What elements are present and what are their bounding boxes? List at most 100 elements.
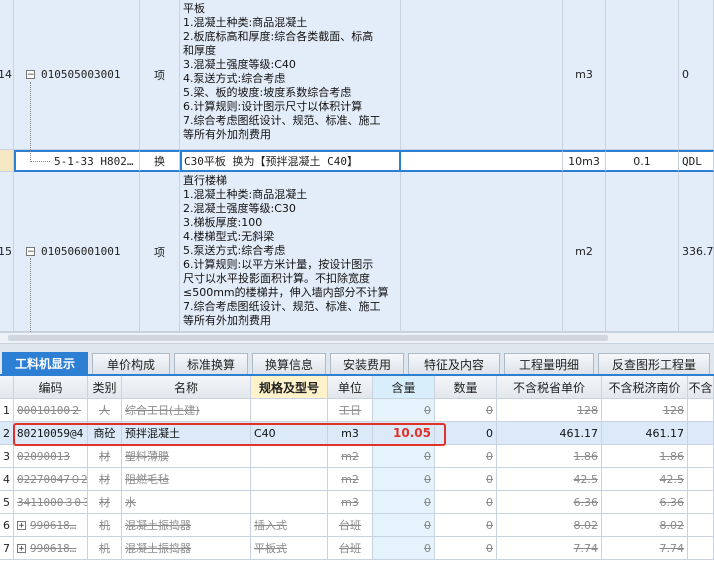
- header-unit[interactable]: 单位: [328, 376, 373, 399]
- material-row[interactable]: 7 +990618… 机 混凝土振捣器 平板式 台班 0 0 7.74 7.74: [0, 537, 714, 560]
- cell-p2[interactable]: 461.17: [602, 422, 688, 445]
- cell-name[interactable]: 水: [122, 491, 251, 514]
- cell-name[interactable]: 综合工日(土建): [122, 399, 251, 422]
- cell-qty[interactable]: 0: [435, 491, 497, 514]
- cell-cat[interactable]: 商砼: [88, 422, 122, 445]
- header-category[interactable]: 类别: [88, 376, 122, 399]
- cell-spec[interactable]: 插入式: [251, 514, 328, 537]
- cell-cat[interactable]: 人: [88, 399, 122, 422]
- tab-unit-price[interactable]: 单价构成: [92, 353, 170, 374]
- material-row[interactable]: 2 80210059@4 商砼 预拌混凝土 C40 m3 10.05 0 461.17 461.1…: [0, 422, 714, 445]
- material-row[interactable]: 5 3411000３0３ 材 水 m3 0 0 6.36 6.36: [0, 491, 714, 514]
- material-row[interactable]: 6 +990618… 机 混凝土振捣器 插入式 台班 0 0 8.02 8.02: [0, 514, 714, 537]
- cell-p2[interactable]: 128: [602, 399, 688, 422]
- cell-qty[interactable]: 0: [435, 445, 497, 468]
- tab-install-fee[interactable]: 安装费用: [330, 353, 404, 374]
- header-spec[interactable]: 规格及型号: [251, 376, 328, 399]
- collapse-icon[interactable]: −: [26, 247, 35, 257]
- cell-spec[interactable]: C40: [251, 422, 328, 445]
- tab-material-display[interactable]: 工料机显示: [2, 352, 88, 374]
- cell-spec[interactable]: [251, 445, 328, 468]
- cell-unit[interactable]: 工日: [328, 399, 373, 422]
- header-code[interactable]: 编码: [14, 376, 88, 399]
- cell-unit[interactable]: m3: [328, 422, 373, 445]
- header-quantity[interactable]: 数量: [435, 376, 497, 399]
- tab-features[interactable]: 特征及内容: [408, 353, 500, 374]
- cell-name[interactable]: 混凝土振捣器: [122, 537, 251, 560]
- cell-qty[interactable]: 0: [435, 537, 497, 560]
- tab-conversion-info[interactable]: 换算信息: [252, 353, 326, 374]
- cell-p2[interactable]: 8.02: [602, 514, 688, 537]
- cell-content[interactable]: 0: [373, 491, 435, 514]
- cell-spec[interactable]: [251, 468, 328, 491]
- description-cell[interactable]: 直行楼梯 1.混凝土种类:商品混凝土 2.混凝土强度等级:C30 3.梯板厚度:…: [180, 172, 401, 332]
- cell-code[interactable]: +990618…: [14, 537, 88, 560]
- cell-cat[interactable]: 材: [88, 491, 122, 514]
- collapse-icon[interactable]: −: [26, 70, 35, 80]
- header-name[interactable]: 名称: [122, 376, 251, 399]
- scrollbar-thumb[interactable]: [8, 335, 608, 341]
- cell-code[interactable]: 02090013: [14, 445, 88, 468]
- header-content[interactable]: 含量: [373, 376, 435, 399]
- cell-name[interactable]: 混凝土振捣器: [122, 514, 251, 537]
- quota-name-editor[interactable]: C30平板 换为【预拌混凝土 C40】: [180, 150, 401, 172]
- cell-code[interactable]: 3411000３0３: [14, 491, 88, 514]
- header-jinan-price[interactable]: 不含税济南价: [602, 376, 688, 399]
- cell-qty[interactable]: 0: [435, 468, 497, 491]
- cell-p2[interactable]: 1.86: [602, 445, 688, 468]
- cell-spec[interactable]: [251, 399, 328, 422]
- cell-cat[interactable]: 材: [88, 468, 122, 491]
- list-row-14[interactable]: 14 − 010505003001 项 平板 1.混凝土种类:商品混凝土 2.板…: [0, 0, 714, 150]
- cell-name[interactable]: 塑料薄膜: [122, 445, 251, 468]
- cell-spec[interactable]: 平板式: [251, 537, 328, 560]
- cell-spec[interactable]: [251, 491, 328, 514]
- list-code-cell[interactable]: − 010505003001: [14, 0, 140, 150]
- cell-code[interactable]: 80210059@4: [14, 422, 88, 445]
- cell-cat[interactable]: 机: [88, 514, 122, 537]
- header-province-price[interactable]: 不含税省单价: [497, 376, 602, 399]
- tab-reverse-check[interactable]: 反查图形工程量: [598, 353, 710, 374]
- cell-p1[interactable]: 128: [497, 399, 602, 422]
- cell-unit[interactable]: 台班: [328, 537, 373, 560]
- cell-cat[interactable]: 机: [88, 537, 122, 560]
- cell-unit[interactable]: m3: [328, 491, 373, 514]
- cell-p1[interactable]: 461.17: [497, 422, 602, 445]
- cell-code[interactable]: 02270047０2: [14, 468, 88, 491]
- cell-content[interactable]: 10.05: [373, 422, 435, 445]
- material-row[interactable]: 1 00010100２ 人 综合工日(土建) 工日 0 0 128 128: [0, 399, 714, 422]
- material-row[interactable]: 4 02270047０2 材 阻燃毛毡 m2 0 0 42.5 42.5: [0, 468, 714, 491]
- quota-row-selected[interactable]: 5-1-33 H802… 换 C30平板 换为【预拌混凝土 C40】 10m3 …: [0, 150, 714, 172]
- cell-code[interactable]: +990618…: [14, 514, 88, 537]
- tab-quantity-detail[interactable]: 工程量明细: [504, 353, 594, 374]
- cell-unit[interactable]: m2: [328, 468, 373, 491]
- cell-content[interactable]: 0: [373, 514, 435, 537]
- material-grid[interactable]: 编码 类别 名称 规格及型号 单位 含量 数量 不含税省单价 不含税济南价 不含…: [0, 376, 714, 564]
- cell-p1[interactable]: 8.02: [497, 514, 602, 537]
- cell-content[interactable]: 0: [373, 468, 435, 491]
- cell-qty[interactable]: 0: [435, 399, 497, 422]
- cell-unit[interactable]: m2: [328, 445, 373, 468]
- material-row[interactable]: 3 02090013 材 塑料薄膜 m2 0 0 1.86 1.86: [0, 445, 714, 468]
- qty-cell[interactable]: [606, 0, 679, 150]
- horizontal-scrollbar[interactable]: [0, 332, 714, 344]
- cell-qty[interactable]: 0: [435, 422, 497, 445]
- cell-name[interactable]: 阻燃毛毡: [122, 468, 251, 491]
- cell-p2[interactable]: 6.36: [602, 491, 688, 514]
- list-code-cell[interactable]: − 010506001001: [14, 172, 140, 332]
- qty-cell[interactable]: 0.1: [606, 150, 679, 172]
- tab-standard-conversion[interactable]: 标准换算: [174, 353, 248, 374]
- cell-p2[interactable]: 7.74: [602, 537, 688, 560]
- header-more[interactable]: 不含: [688, 376, 714, 399]
- cell-unit[interactable]: 台班: [328, 514, 373, 537]
- cell-name[interactable]: 预拌混凝土: [122, 422, 251, 445]
- cell-p1[interactable]: 7.74: [497, 537, 602, 560]
- cell-p2[interactable]: 42.5: [602, 468, 688, 491]
- quota-list-grid[interactable]: 14 − 010505003001 项 平板 1.混凝土种类:商品混凝土 2.板…: [0, 0, 714, 332]
- expand-icon[interactable]: +: [17, 543, 26, 553]
- cell-content[interactable]: 0: [373, 399, 435, 422]
- cell-p1[interactable]: 6.36: [497, 491, 602, 514]
- cell-p1[interactable]: 42.5: [497, 468, 602, 491]
- description-cell[interactable]: 平板 1.混凝土种类:商品混凝土 2.板底标高和厚度:综合各类截面、标高 和厚度…: [180, 0, 401, 150]
- qty-cell[interactable]: [606, 172, 679, 332]
- expand-icon[interactable]: +: [17, 520, 26, 530]
